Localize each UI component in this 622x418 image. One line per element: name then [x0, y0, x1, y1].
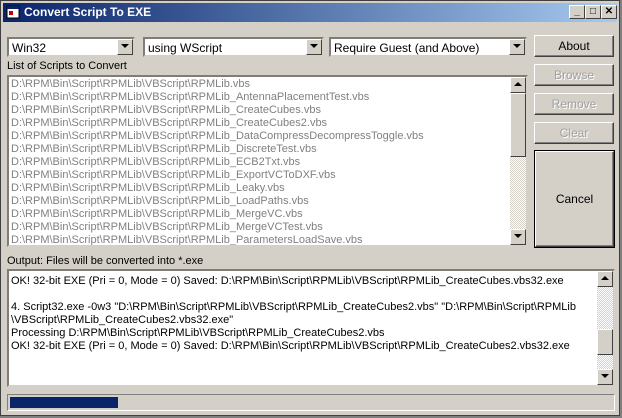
close-button[interactable]: ✕	[601, 5, 617, 19]
privilege-select[interactable]: Require Guest (and Above)	[329, 37, 527, 57]
output-lines: OK! 32-bit EXE (Pri = 0, Mode = 0) Saved…	[11, 275, 595, 353]
list-item[interactable]: D:\RPM\Bin\Script\RPMLib\VBScript\RPMLib…	[11, 182, 424, 195]
list-item[interactable]: D:\RPM\Bin\Script\RPMLib\VBScript\RPMLib…	[11, 143, 424, 156]
about-button[interactable]: About	[534, 35, 614, 57]
output-scrollbar[interactable]	[597, 271, 613, 385]
platform-value: Win32	[12, 41, 47, 55]
list-item[interactable]: D:\RPM\Bin\Script\RPMLib\VBScript\RPMLib…	[11, 195, 424, 208]
minimize-button[interactable]: _	[569, 5, 585, 19]
platform-select[interactable]: Win32	[7, 37, 135, 57]
chevron-down-icon[interactable]	[509, 39, 525, 55]
list-item[interactable]: D:\RPM\Bin\Script\RPMLib\VBScript\RPMLib…	[11, 156, 424, 169]
scroll-down-button[interactable]	[597, 369, 613, 385]
list-item[interactable]: D:\RPM\Bin\Script\RPMLib\VBScript\RPMLib…	[11, 208, 424, 221]
scripts-listbox[interactable]: D:\RPM\Bin\Script\RPMLib\VBScript\RPMLib…	[7, 75, 528, 247]
list-item[interactable]: D:\RPM\Bin\Script\RPMLib\VBScript\RPMLib…	[11, 78, 424, 91]
title-bar[interactable]: Convert Script To EXE _ □ ✕	[3, 3, 617, 22]
output-line: OK! 32-bit EXE (Pri = 0, Mode = 0) Saved…	[11, 340, 570, 352]
maximize-button[interactable]: □	[585, 5, 601, 19]
app-icon	[6, 5, 20, 19]
browse-button[interactable]: Browse	[534, 64, 614, 86]
output-label: Output: Files will be converted into *.e…	[7, 255, 204, 267]
scripts-list: D:\RPM\Bin\Script\RPMLib\VBScript\RPMLib…	[11, 78, 424, 245]
progress-bar	[7, 394, 615, 411]
list-item[interactable]: D:\RPM\Bin\Script\RPMLib\VBScript\RPMLib…	[11, 169, 424, 182]
list-item[interactable]: D:\RPM\Bin\Script\RPMLib\VBScript\RPMLib…	[11, 221, 424, 234]
list-item[interactable]: D:\RPM\Bin\Script\RPMLib\VBScript\RPMLib…	[11, 117, 424, 130]
cancel-button[interactable]: Cancel	[534, 150, 615, 248]
output-line: \VBScript\RPMLib_CreateCubes2.vbs32.exe"	[11, 314, 234, 326]
output-line: Processing D:\RPM\Bin\Script\RPMLib\VBSc…	[11, 327, 385, 339]
progress-fill	[10, 397, 118, 408]
scroll-thumb[interactable]	[510, 93, 526, 157]
clear-button[interactable]: Clear	[534, 122, 614, 144]
host-value: using WScript	[148, 41, 223, 55]
host-select[interactable]: using WScript	[143, 37, 324, 57]
list-item[interactable]: D:\RPM\Bin\Script\RPMLib\VBScript\RPMLib…	[11, 104, 424, 117]
window-title: Convert Script To EXE	[24, 5, 152, 19]
remove-button[interactable]: Remove	[534, 93, 614, 115]
scroll-down-button[interactable]	[510, 229, 526, 245]
scripts-scrollbar[interactable]	[510, 77, 526, 245]
output-line: OK! 32-bit EXE (Pri = 0, Mode = 0) Saved…	[11, 275, 564, 287]
output-textbox[interactable]: OK! 32-bit EXE (Pri = 0, Mode = 0) Saved…	[7, 269, 615, 387]
chevron-down-icon[interactable]	[117, 39, 133, 55]
chevron-down-icon[interactable]	[306, 39, 322, 55]
output-line: 4. Script32.exe -0w3 "D:\RPM\Bin\Script\…	[11, 301, 576, 313]
list-item[interactable]: D:\RPM\Bin\Script\RPMLib\VBScript\RPMLib…	[11, 234, 424, 245]
convert-script-window: Convert Script To EXE _ □ ✕ Win32 using …	[0, 0, 620, 416]
scroll-up-button[interactable]	[510, 77, 526, 93]
list-item[interactable]: D:\RPM\Bin\Script\RPMLib\VBScript\RPMLib…	[11, 91, 424, 104]
list-item[interactable]: D:\RPM\Bin\Script\RPMLib\VBScript\RPMLib…	[11, 130, 424, 143]
scroll-up-button[interactable]	[597, 271, 613, 287]
scripts-list-label: List of Scripts to Convert	[7, 60, 127, 72]
scroll-thumb[interactable]	[597, 329, 613, 355]
privilege-value: Require Guest (and Above)	[334, 41, 480, 55]
